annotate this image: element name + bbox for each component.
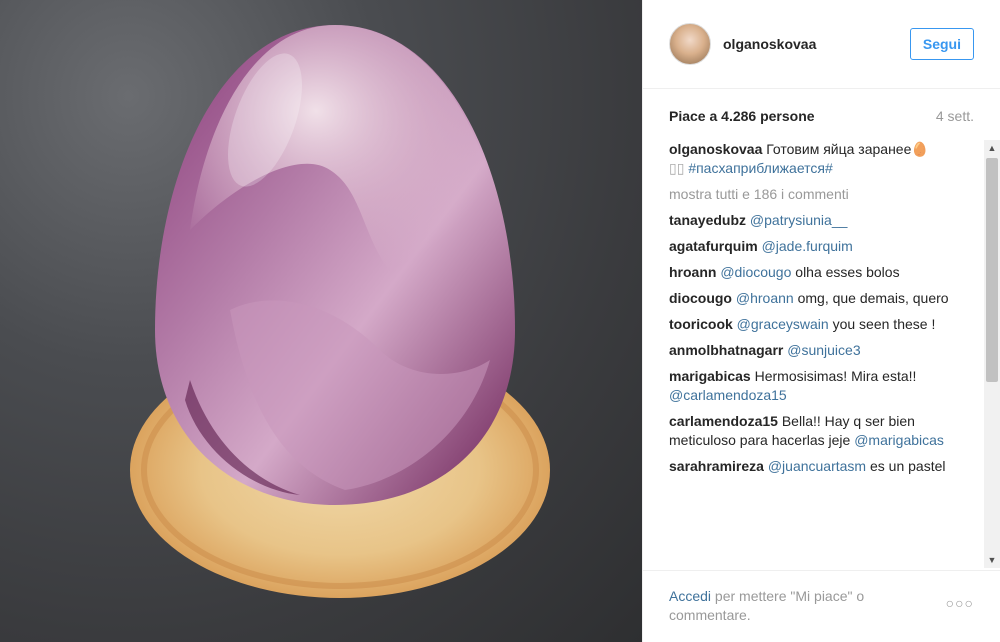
comment-item: anmolbhatnagarr @sunjuice3 [669,341,969,360]
comment-item: agatafurquim @jade.furquim [669,237,969,256]
comment-username[interactable]: tanayedubz [669,212,746,228]
comment-mention[interactable]: @carlamendoza15 [669,387,787,403]
comment-mention[interactable]: @diocougo [720,264,791,280]
caption-username[interactable]: olganoskovaa [669,141,762,157]
comment-item: tanayedubz @patrysiunia__ [669,211,969,230]
mirror-glaze-egg-image [130,25,550,598]
post-photo[interactable] [0,0,642,642]
comment-text: es un pastel [870,458,946,474]
comment-text: Hermosisimas! Mira esta!! [754,368,917,384]
comment-username[interactable]: agatafurquim [669,238,758,254]
follow-button[interactable]: Segui [909,28,974,60]
comment-text: omg, que demais, quero [797,290,949,306]
comment-mention[interactable]: @jade.furquim [762,238,853,254]
caption-emoji-boxes: ▯▯ [669,160,685,176]
comment-mention[interactable]: @marigabicas [854,432,944,448]
comment-item: tooricook @graceyswain you seen these ! [669,315,969,334]
comment-item: carlamendoza15 Bella!! Hay q ser bien me… [669,412,969,450]
comment-text: olha esses bolos [795,264,900,280]
ellipsis-icon[interactable]: ○○○ [946,595,974,611]
comment-item: hroann @diocougo olha esses bolos [669,263,969,282]
avatar[interactable] [669,23,711,65]
comment-item: sarahramireza @juancuartasm es un pastel [669,457,969,476]
comment-item: diocougo @hroann omg, que demais, quero [669,289,969,308]
comment-mention[interactable]: @graceyswain [737,316,829,332]
likes-row: Piace a 4.286 persone 4 sett. [643,91,1000,141]
username-link[interactable]: olganoskovaa [723,36,910,52]
comment-item: marigabicas Hermosisimas! Mira esta!! @c… [669,367,969,405]
comment-text: you seen these ! [832,316,936,332]
comment-mention[interactable]: @juancuartasm [768,458,866,474]
post-header: olganoskovaa Segui [643,0,1000,89]
comments-scrollbar[interactable]: ▲ ▼ [984,140,1000,568]
scroll-down-arrow-icon[interactable]: ▼ [984,552,1000,568]
instagram-post-view: olganoskovaa Segui Piace a 4.286 persone… [0,0,1000,642]
comments-list: olganoskovaa Готовим яйца заранее🥚 ▯▯ #п… [669,140,969,568]
scroll-up-arrow-icon[interactable]: ▲ [984,140,1000,156]
comment-mention[interactable]: @sunjuice3 [787,342,860,358]
comment-username[interactable]: sarahramireza [669,458,764,474]
comment-username[interactable]: hroann [669,264,716,280]
comment-username[interactable]: tooricook [669,316,733,332]
caption-hashtag[interactable]: #пасхаприближается# [688,160,832,176]
comment-mention[interactable]: @hroann [736,290,794,306]
post-sidebar: olganoskovaa Segui Piace a 4.286 persone… [642,0,1000,642]
login-prompt: Accedi per mettere "Mi piace" o commenta… [669,587,919,625]
show-all-comments-link[interactable]: mostra tutti e 186 i commenti [669,185,969,204]
caption: olganoskovaa Готовим яйца заранее🥚 ▯▯ #п… [669,140,969,178]
caption-text: Готовим яйца заранее🥚 [766,141,929,157]
scrollbar-thumb[interactable] [986,158,998,382]
login-link[interactable]: Accedi [669,588,711,604]
post-footer: Accedi per mettere "Mi piace" o commenta… [643,570,1000,642]
post-age[interactable]: 4 sett. [936,108,974,124]
comment-username[interactable]: anmolbhatnagarr [669,342,783,358]
likes-count[interactable]: Piace a 4.286 persone [669,108,815,124]
comment-username[interactable]: marigabicas [669,368,751,384]
comment-username[interactable]: carlamendoza15 [669,413,778,429]
comment-mention[interactable]: @patrysiunia__ [750,212,848,228]
comment-username[interactable]: diocougo [669,290,732,306]
